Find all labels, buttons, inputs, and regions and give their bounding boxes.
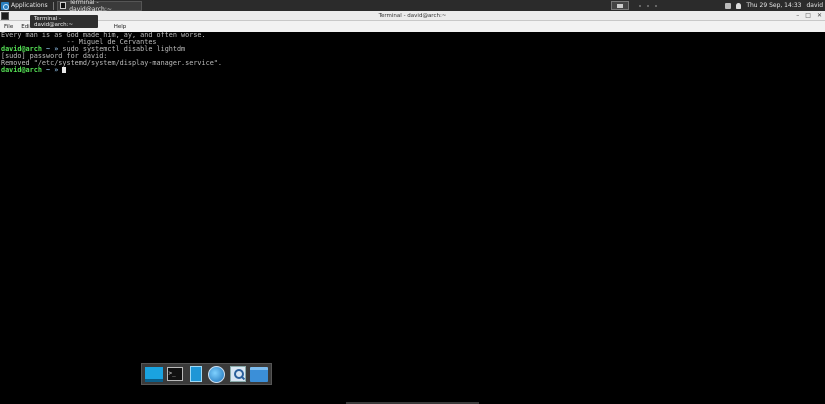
window-titlebar[interactable]: Terminal - david@arch:~ – □ ✕	[0, 11, 825, 21]
menu-help[interactable]: Help	[110, 24, 131, 30]
terminal-icon	[59, 2, 67, 9]
file-manager-icon[interactable]	[249, 365, 268, 384]
file-icon[interactable]	[186, 365, 205, 384]
clock[interactable]: Thu 29 Sep, 14:33	[746, 2, 801, 9]
network-icon[interactable]	[725, 2, 732, 9]
show-desktop-icon[interactable]	[144, 365, 163, 384]
workspace-window-preview	[617, 3, 624, 8]
dock: >_	[141, 363, 272, 385]
top-panel: Applications Terminal - david@arch:~ Thu…	[0, 0, 825, 13]
maximize-button[interactable]: □	[805, 12, 811, 19]
applications-menu-icon	[1, 1, 9, 10]
panel-separator	[52, 1, 54, 10]
active-prompt-line[interactable]: david@arch ~ »	[1, 67, 825, 74]
notification-bell-icon[interactable]	[736, 2, 742, 9]
app-finder-icon[interactable]	[228, 365, 247, 384]
workspace-switcher[interactable]	[611, 1, 630, 10]
window-title: Terminal - david@arch:~	[378, 12, 447, 19]
user-menu[interactable]: david	[806, 2, 823, 9]
menu-file[interactable]: File	[0, 24, 17, 30]
prompt-user: david@arch	[1, 66, 42, 74]
panel-dots	[639, 4, 658, 7]
taskbar-tooltip: Terminal - david@arch:~	[30, 15, 98, 28]
terminal-icon[interactable]: >_	[165, 365, 184, 384]
prompt-symbol: ~ »	[41, 66, 63, 74]
applications-menu[interactable]: Applications	[0, 0, 51, 11]
taskbar-item-terminal[interactable]: Terminal - david@arch:~	[56, 0, 142, 13]
minimize-button[interactable]: –	[796, 12, 799, 19]
command-line: david@arch ~ » sudo systemctl disable li…	[1, 46, 825, 53]
window-controls: – □ ✕	[796, 12, 822, 19]
close-button[interactable]: ✕	[817, 12, 822, 19]
web-browser-icon[interactable]	[207, 365, 226, 384]
terminal-output[interactable]: Every man is as God made him, ay, and of…	[0, 32, 825, 404]
output-line: Removed "/etc/systemd/system/display-man…	[1, 59, 222, 67]
system-tray: Thu 29 Sep, 14:33 david	[725, 2, 825, 9]
applications-label: Applications	[11, 2, 48, 9]
text-cursor	[62, 67, 67, 73]
